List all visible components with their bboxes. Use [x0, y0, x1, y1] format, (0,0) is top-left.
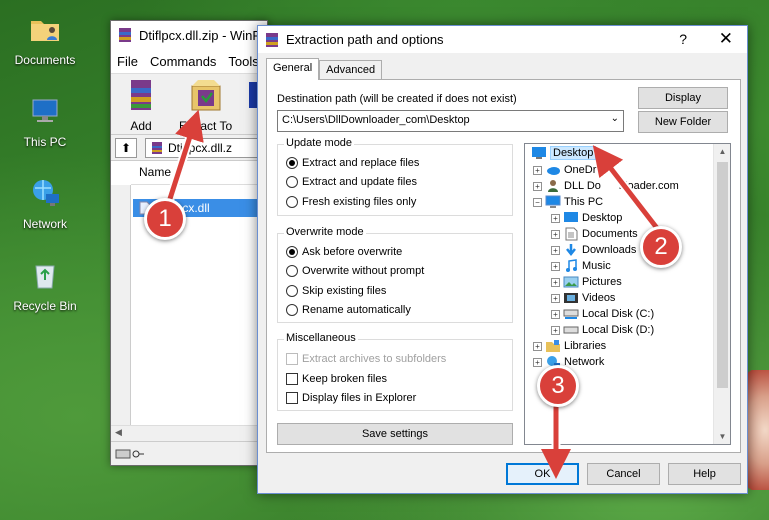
- arrow-1: [165, 109, 204, 206]
- step-marker-2: 2: [640, 226, 682, 268]
- tab-general[interactable]: General: [266, 58, 320, 80]
- step-marker-3: 3: [537, 365, 579, 407]
- step-marker-1: 1: [144, 198, 186, 240]
- arrow-2: [592, 145, 662, 234]
